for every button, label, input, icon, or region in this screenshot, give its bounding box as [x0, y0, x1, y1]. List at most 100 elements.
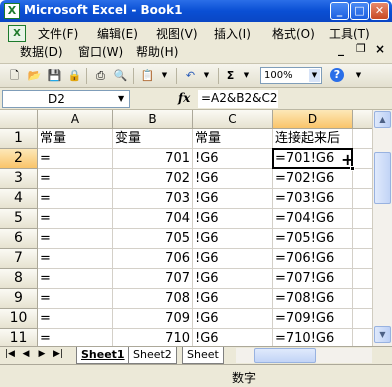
cell-b6[interactable]: 705: [113, 229, 193, 249]
row-header[interactable]: 5: [0, 209, 38, 229]
maximize-button[interactable]: □: [350, 2, 369, 20]
tab-sheet2[interactable]: Sheet2: [128, 347, 177, 364]
cell-c6[interactable]: !G6: [193, 229, 273, 249]
last-sheet-icon[interactable]: ▶|: [52, 349, 64, 359]
column-header-c[interactable]: C: [193, 110, 273, 129]
row-header[interactable]: 2: [0, 149, 38, 169]
excel-app-icon[interactable]: X: [4, 3, 20, 19]
cell-c10[interactable]: !G6: [193, 309, 273, 329]
cell-c5[interactable]: !G6: [193, 209, 273, 229]
cell-d7[interactable]: =706!G6: [273, 249, 353, 269]
scroll-up-icon[interactable]: ▲: [374, 111, 391, 128]
autosum-icon[interactable]: Σ: [222, 67, 239, 84]
doc-restore-button[interactable]: ❐: [356, 42, 366, 55]
scroll-down-icon[interactable]: ▼: [374, 326, 391, 343]
cell-a8[interactable]: =: [38, 269, 113, 289]
row-header[interactable]: 11: [0, 329, 38, 346]
cell-b5[interactable]: 704: [113, 209, 193, 229]
save-icon[interactable]: 💾: [46, 67, 63, 84]
cell-a6[interactable]: =: [38, 229, 113, 249]
toolbar-options-icon[interactable]: ▼: [350, 67, 367, 84]
row-header[interactable]: 9: [0, 289, 38, 309]
cell-d10[interactable]: =709!G6: [273, 309, 353, 329]
undo-icon[interactable]: ↶: [182, 67, 199, 84]
autosum-dropdown-icon[interactable]: ▼: [238, 67, 255, 84]
print-icon[interactable]: ⎙: [92, 67, 109, 84]
tab-sheet3[interactable]: Sheet: [182, 347, 224, 364]
insert-function-icon[interactable]: fx: [178, 91, 190, 105]
tab-sheet1[interactable]: Sheet1: [76, 347, 130, 364]
prev-sheet-icon[interactable]: ◀: [20, 349, 32, 359]
chevron-down-icon[interactable]: ▼: [309, 69, 320, 82]
cell-d1[interactable]: 连接起来后: [273, 129, 353, 149]
horizontal-scrollbar[interactable]: [236, 348, 372, 363]
cell-d9[interactable]: =708!G6: [273, 289, 353, 309]
cell-a5[interactable]: =: [38, 209, 113, 229]
menu-file[interactable]: 文件(F): [38, 25, 78, 42]
cell-e8[interactable]: [353, 269, 372, 289]
menu-data[interactable]: 数据(D): [20, 43, 63, 60]
cell-d6[interactable]: =705!G6: [273, 229, 353, 249]
menu-format[interactable]: 格式(O): [272, 25, 315, 42]
cell-b11[interactable]: 710: [113, 329, 193, 346]
cell-d5[interactable]: =704!G6: [273, 209, 353, 229]
cell-a4[interactable]: =: [38, 189, 113, 209]
workbook-icon[interactable]: X: [8, 25, 26, 42]
cell-e10[interactable]: [353, 309, 372, 329]
cell-e6[interactable]: [353, 229, 372, 249]
vertical-scroll-thumb[interactable]: [374, 152, 391, 204]
row-header[interactable]: 10: [0, 309, 38, 329]
menu-edit[interactable]: 编辑(E): [97, 25, 138, 42]
column-header-d[interactable]: D: [273, 110, 353, 129]
cell-e1[interactable]: [353, 129, 372, 149]
worksheet-grid[interactable]: A B C D 1 常量 变量 常量 连接起来后 2 = 701 !G6 =701!G6 3 = 702 !G6 =…: [0, 110, 372, 346]
menu-window[interactable]: 窗口(W): [78, 43, 123, 60]
cell-c1[interactable]: 常量: [193, 129, 273, 149]
doc-close-button[interactable]: ×: [375, 42, 385, 56]
undo-dropdown-icon[interactable]: ▼: [198, 67, 215, 84]
cell-a1[interactable]: 常量: [38, 129, 113, 149]
cell-e5[interactable]: [353, 209, 372, 229]
minimize-button[interactable]: _: [330, 2, 349, 20]
cell-a11[interactable]: =: [38, 329, 113, 346]
cell-b8[interactable]: 707: [113, 269, 193, 289]
new-icon[interactable]: 🗋: [6, 67, 23, 84]
cell-b4[interactable]: 703: [113, 189, 193, 209]
row-header[interactable]: 7: [0, 249, 38, 269]
cell-a2[interactable]: =: [38, 149, 113, 169]
row-header[interactable]: 8: [0, 269, 38, 289]
cell-b9[interactable]: 708: [113, 289, 193, 309]
name-box[interactable]: D2: [2, 90, 130, 108]
horizontal-scroll-thumb[interactable]: [254, 348, 316, 363]
cell-a10[interactable]: =: [38, 309, 113, 329]
menu-tools[interactable]: 工具(T): [329, 25, 370, 42]
close-button[interactable]: ✕: [370, 2, 389, 20]
cell-d8[interactable]: =707!G6: [273, 269, 353, 289]
cell-d11[interactable]: =710!G6: [273, 329, 353, 346]
cell-c3[interactable]: !G6: [193, 169, 273, 189]
cell-a7[interactable]: =: [38, 249, 113, 269]
paste-icon[interactable]: 📋: [139, 67, 156, 84]
cell-e7[interactable]: [353, 249, 372, 269]
cell-b7[interactable]: 706: [113, 249, 193, 269]
cell-c8[interactable]: !G6: [193, 269, 273, 289]
cell-b2[interactable]: 701: [113, 149, 193, 169]
cell-e9[interactable]: [353, 289, 372, 309]
help-icon[interactable]: ?: [330, 68, 344, 82]
next-sheet-icon[interactable]: ▶: [36, 349, 48, 359]
cell-c2[interactable]: !G6: [193, 149, 273, 169]
column-header-e[interactable]: [353, 110, 372, 129]
cell-d3[interactable]: =702!G6: [273, 169, 353, 189]
name-box-dropdown-icon[interactable]: ▼: [118, 94, 124, 103]
paste-dropdown-icon[interactable]: ▼: [156, 67, 173, 84]
row-header[interactable]: 1: [0, 129, 38, 149]
cell-c9[interactable]: !G6: [193, 289, 273, 309]
cell-e11[interactable]: [353, 329, 372, 346]
print-preview-icon[interactable]: 🔍: [112, 67, 129, 84]
column-header-a[interactable]: A: [38, 110, 113, 129]
cell-d4[interactable]: =703!G6: [273, 189, 353, 209]
cell-b3[interactable]: 702: [113, 169, 193, 189]
row-header[interactable]: 4: [0, 189, 38, 209]
menu-help[interactable]: 帮助(H): [136, 43, 178, 60]
cell-a3[interactable]: =: [38, 169, 113, 189]
